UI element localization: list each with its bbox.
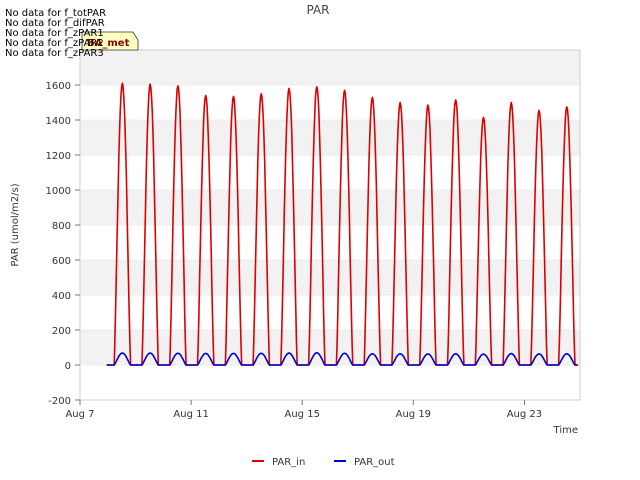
no-data-message: No data for f_zPAR3 (5, 48, 104, 59)
x-tick-label: Aug 15 (285, 409, 320, 420)
legend-label: PAR_out (354, 457, 395, 468)
chart-title: PAR (306, 3, 329, 17)
grid-band (80, 365, 580, 400)
grid-band (80, 85, 580, 120)
y-tick-label: 200 (52, 326, 71, 337)
y-tick-label: -200 (48, 396, 71, 407)
grid-band (80, 120, 580, 155)
y-tick-label: 1600 (46, 81, 71, 92)
legend-label: PAR_in (272, 457, 305, 468)
y-tick-label: 400 (52, 291, 71, 302)
x-tick-label: Aug 23 (507, 409, 542, 420)
y-axis: -200 0 200 400 600 800 1000 1200 1400 1600 (46, 81, 80, 407)
x-tick-label: Aug 11 (173, 409, 208, 420)
x-tick-label: Aug 19 (396, 409, 431, 420)
x-axis: Aug 7 Aug 11 Aug 15 Aug 19 Aug 23 (65, 400, 542, 420)
y-tick-label: 0 (65, 361, 71, 372)
x-axis-label: Time (553, 425, 578, 436)
x-tick-label: Aug 7 (65, 409, 94, 420)
par-chart: -20002004006008001000120014001600 Aug 7A… (10, 3, 581, 468)
grid-band (80, 50, 580, 85)
y-axis-label: PAR (umol/m2/s) (10, 183, 21, 266)
y-tick-label: 1400 (46, 116, 71, 127)
y-tick-label: 600 (52, 256, 71, 267)
legend: PAR_in PAR_out (252, 457, 395, 468)
y-tick-label: 1200 (46, 151, 71, 162)
y-tick-label: 1000 (46, 186, 71, 197)
y-tick-label: 800 (52, 221, 71, 232)
